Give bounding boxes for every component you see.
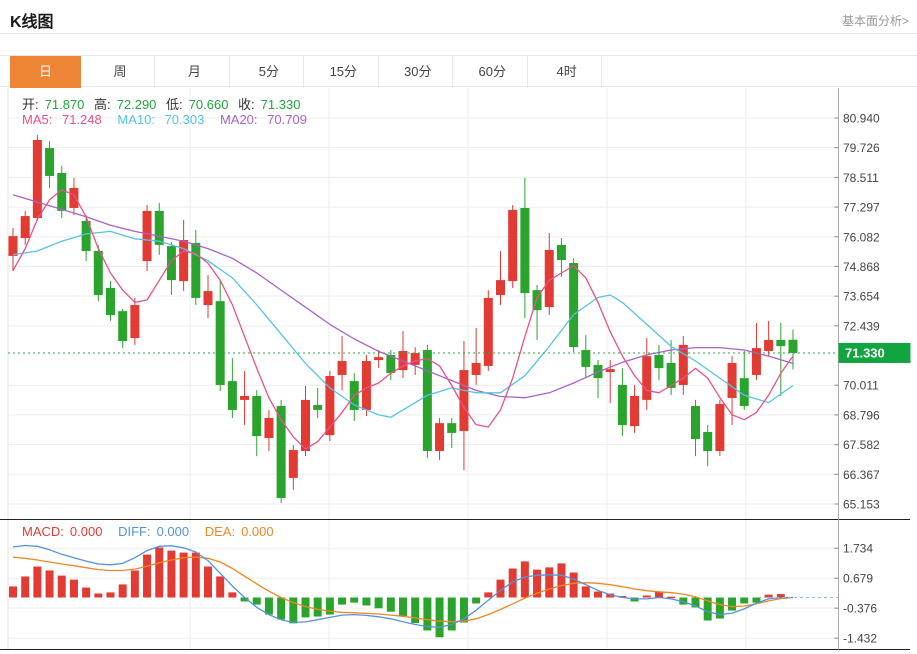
diff-value: DIFF: 0.000: [118, 524, 190, 539]
macd-value: MACD: 0.000: [22, 524, 103, 539]
macd-tick-label: 1.734: [843, 542, 873, 556]
ma10-label: MA10: 70.303: [117, 112, 205, 127]
open-value: 71.870: [44, 97, 85, 112]
price-tick-label: 76.082: [843, 230, 880, 244]
ma5-label: MA5: 71.248: [22, 112, 102, 127]
price-tick-label: 66.367: [843, 468, 880, 482]
high-value: 72.290: [116, 97, 157, 112]
low-value: 70.660: [188, 97, 229, 112]
price-tick-label: 72.439: [843, 319, 880, 333]
price-tick-label: 77.297: [843, 201, 880, 215]
price-tick-label: 79.726: [843, 141, 880, 155]
close-value: 71.330: [260, 97, 301, 112]
low-label: 低:: [166, 97, 183, 112]
close-label: 收:: [238, 97, 255, 112]
current-price-tag-label: 71.330: [845, 345, 885, 360]
price-tick-label: 73.654: [843, 290, 880, 304]
open-label: 开:: [22, 97, 39, 112]
price-tick-label: 68.796: [843, 408, 880, 422]
price-tick-label: 78.511: [843, 171, 879, 185]
macd-tick-label: 0.679: [843, 572, 873, 586]
kline-page: K线图 基本面分析> 日 周 月 5分 15分 30分 60分 4时 80.94…: [0, 0, 917, 654]
price-tick-label: 70.011: [843, 379, 879, 393]
price-tick-label: 80.940: [843, 112, 880, 126]
macd-tick-label: -1.432: [843, 632, 877, 646]
price-tick-label: 74.868: [843, 260, 880, 274]
price-tick-label: 65.153: [843, 497, 880, 511]
macd-tick-label: -0.376: [843, 602, 877, 616]
ma20-label: MA20: 70.709: [219, 112, 307, 127]
high-label: 高:: [94, 97, 111, 112]
macd-legend: MACD: 0.000 DIFF: 0.000 DEA: 0.000: [22, 524, 286, 539]
price-tick-label: 67.582: [843, 438, 880, 452]
ma-legend: MA5: 71.248 MA10: 70.303 MA20: 70.709: [22, 112, 319, 127]
dea-value: DEA: 0.000: [204, 524, 274, 539]
ohlc-legend: 开: 71.870 高: 72.290 低: 70.660 收: 71.330: [22, 94, 306, 113]
